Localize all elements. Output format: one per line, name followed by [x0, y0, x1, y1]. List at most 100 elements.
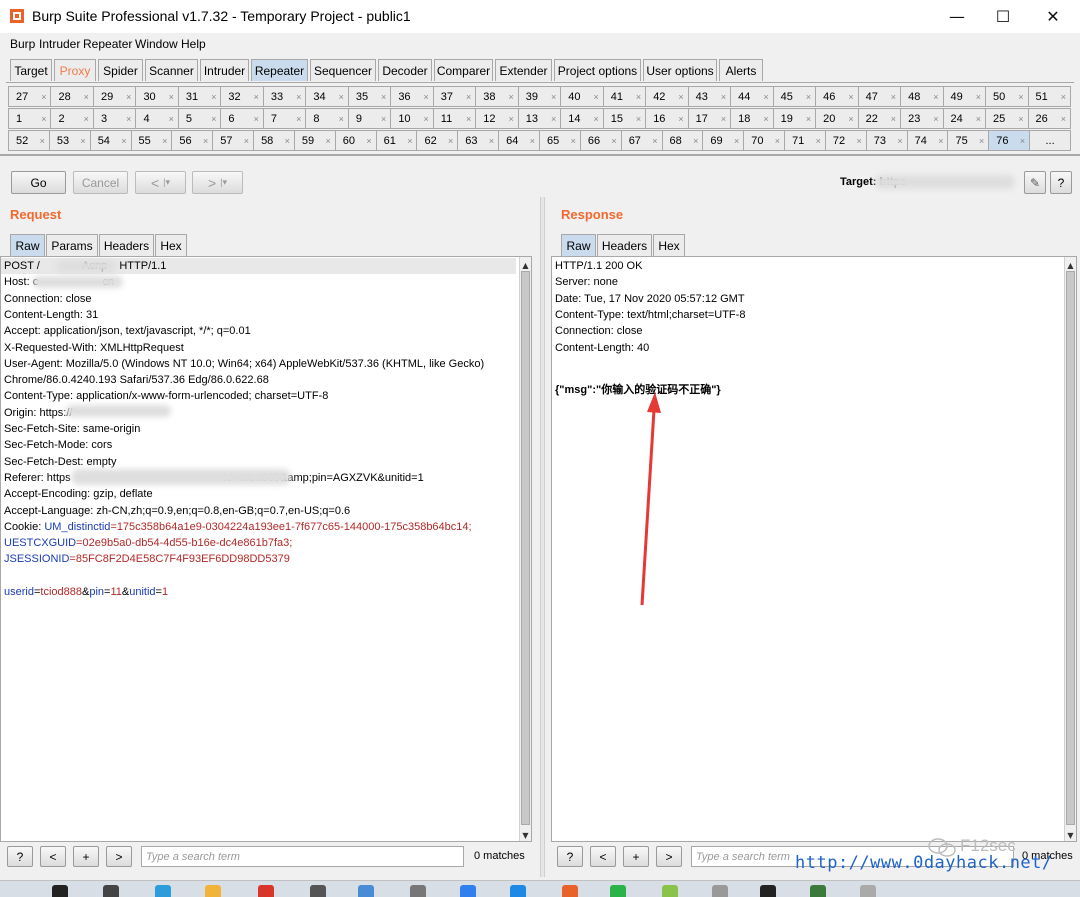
repeater-tab-more[interactable]: ... — [1029, 130, 1071, 151]
repeater-tab-2[interactable]: 2 × — [50, 108, 94, 129]
tab-scanner[interactable]: Scanner — [145, 59, 198, 81]
maximize-button[interactable]: ☐ — [980, 0, 1026, 33]
repeater-tab-32[interactable]: 32 × — [220, 86, 264, 107]
repeater-tab-37[interactable]: 37 × — [432, 86, 477, 107]
close-tab-icon[interactable]: × — [636, 92, 641, 102]
close-tab-icon[interactable]: × — [84, 114, 89, 124]
repeater-tab-70[interactable]: 70 × — [743, 130, 786, 151]
response-tab-hex[interactable]: Hex — [653, 234, 685, 256]
close-tab-icon[interactable]: × — [763, 92, 768, 102]
close-tab-icon[interactable]: × — [84, 92, 89, 102]
repeater-tab-63[interactable]: 63 × — [457, 130, 500, 151]
taskbar-app-icon[interactable] — [860, 885, 876, 897]
repeater-tab-73[interactable]: 73 × — [865, 130, 908, 151]
close-tab-icon[interactable]: × — [593, 92, 598, 102]
repeater-tab-5[interactable]: 5 × — [177, 108, 222, 129]
repeater-tab-64[interactable]: 64 × — [498, 130, 540, 151]
close-tab-icon[interactable]: × — [126, 114, 131, 124]
taskbar-app-icon[interactable] — [810, 885, 826, 897]
tab-extender[interactable]: Extender — [495, 59, 552, 81]
close-tab-icon[interactable]: × — [254, 114, 259, 124]
close-tab-icon[interactable]: × — [424, 92, 429, 102]
repeater-tab-61[interactable]: 61 × — [375, 130, 418, 151]
close-tab-icon[interactable]: × — [933, 114, 938, 124]
repeater-tab-4[interactable]: 4 × — [135, 108, 179, 129]
menu-repeater[interactable]: Repeater — [83, 37, 132, 51]
scroll-down-icon[interactable]: ▼ — [1065, 829, 1076, 841]
repeater-tab-35[interactable]: 35 × — [347, 86, 392, 107]
taskbar-app-icon[interactable] — [155, 885, 171, 897]
close-tab-icon[interactable]: × — [571, 136, 576, 146]
close-tab-icon[interactable]: × — [721, 114, 726, 124]
taskbar-app-icon[interactable] — [760, 885, 776, 897]
tab-target[interactable]: Target — [10, 59, 52, 81]
close-tab-icon[interactable]: × — [448, 136, 453, 146]
taskbar-app-icon[interactable] — [510, 885, 526, 897]
taskbar-app-icon[interactable] — [52, 885, 68, 897]
menu-burp[interactable]: Burp — [10, 37, 35, 51]
close-tab-icon[interactable]: × — [678, 114, 683, 124]
tab-sequencer[interactable]: Sequencer — [310, 59, 376, 81]
menu-help[interactable]: Help — [181, 37, 206, 51]
repeater-tab-52[interactable]: 52 × — [8, 130, 50, 151]
close-tab-icon[interactable]: × — [734, 136, 739, 146]
request-scrollbar[interactable]: ▲ ▼ — [519, 257, 531, 841]
scroll-down-icon[interactable]: ▼ — [520, 829, 531, 841]
repeater-tab-7[interactable]: 7 × — [262, 108, 307, 129]
request-search-input[interactable] — [141, 846, 464, 867]
close-tab-icon[interactable]: × — [938, 136, 943, 146]
repeater-tab-10[interactable]: 10 × — [390, 108, 434, 129]
close-tab-icon[interactable]: × — [530, 136, 535, 146]
repeater-tab-18[interactable]: 18 × — [730, 108, 774, 129]
repeater-tab-30[interactable]: 30 × — [135, 86, 179, 107]
repeater-tab-38[interactable]: 38 × — [475, 86, 519, 107]
response-search-help-button[interactable]: ? — [557, 846, 583, 867]
forward-button[interactable]: > |▾ — [192, 171, 243, 194]
cancel-button[interactable]: Cancel — [73, 171, 128, 194]
close-tab-icon[interactable]: × — [41, 92, 46, 102]
repeater-tab-55[interactable]: 55 × — [130, 130, 173, 151]
tab-comparer[interactable]: Comparer — [434, 59, 493, 81]
repeater-tab-66[interactable]: 66 × — [579, 130, 622, 151]
tab-proxy[interactable]: Proxy — [54, 59, 96, 81]
repeater-tab-46[interactable]: 46 × — [815, 86, 859, 107]
scroll-thumb[interactable] — [521, 271, 530, 825]
repeater-tab-50[interactable]: 50 × — [985, 86, 1029, 107]
menu-window[interactable]: Window — [135, 37, 178, 51]
close-tab-icon[interactable]: × — [489, 136, 494, 146]
request-search-prev-button[interactable]: < — [40, 846, 66, 867]
close-tab-icon[interactable]: × — [126, 92, 131, 102]
close-tab-icon[interactable]: × — [244, 136, 249, 146]
repeater-tab-53[interactable]: 53 × — [48, 130, 91, 151]
taskbar-app-icon[interactable] — [610, 885, 626, 897]
repeater-tab-48[interactable]: 48 × — [900, 86, 944, 107]
request-search-help-button[interactable]: ? — [7, 846, 33, 867]
close-tab-icon[interactable]: × — [1061, 114, 1066, 124]
repeater-tab-31[interactable]: 31 × — [177, 86, 222, 107]
close-tab-icon[interactable]: × — [806, 92, 811, 102]
taskbar-app-icon[interactable] — [258, 885, 274, 897]
close-tab-icon[interactable]: × — [775, 136, 780, 146]
close-tab-icon[interactable]: × — [466, 114, 471, 124]
close-tab-icon[interactable]: × — [857, 136, 862, 146]
repeater-tab-13[interactable]: 13 × — [517, 108, 562, 129]
close-tab-icon[interactable]: × — [162, 136, 167, 146]
close-tab-icon[interactable]: × — [848, 92, 853, 102]
close-tab-icon[interactable]: × — [339, 114, 344, 124]
close-tab-icon[interactable]: × — [1020, 136, 1025, 146]
request-tab-hex[interactable]: Hex — [155, 234, 187, 256]
tab-intruder[interactable]: Intruder — [200, 59, 249, 81]
close-tab-icon[interactable]: × — [551, 114, 556, 124]
close-tab-icon[interactable]: × — [636, 114, 641, 124]
repeater-tab-57[interactable]: 57 × — [212, 130, 255, 151]
close-tab-icon[interactable]: × — [1018, 92, 1023, 102]
repeater-tab-51[interactable]: 51 × — [1027, 86, 1071, 107]
close-tab-icon[interactable]: × — [80, 136, 85, 146]
repeater-tab-20[interactable]: 20 × — [815, 108, 859, 129]
close-tab-icon[interactable]: × — [211, 114, 216, 124]
close-tab-icon[interactable]: × — [652, 136, 657, 146]
close-tab-icon[interactable]: × — [508, 114, 513, 124]
taskbar-app-icon[interactable] — [410, 885, 426, 897]
close-tab-icon[interactable]: × — [296, 114, 301, 124]
repeater-tab-72[interactable]: 72 × — [824, 130, 867, 151]
